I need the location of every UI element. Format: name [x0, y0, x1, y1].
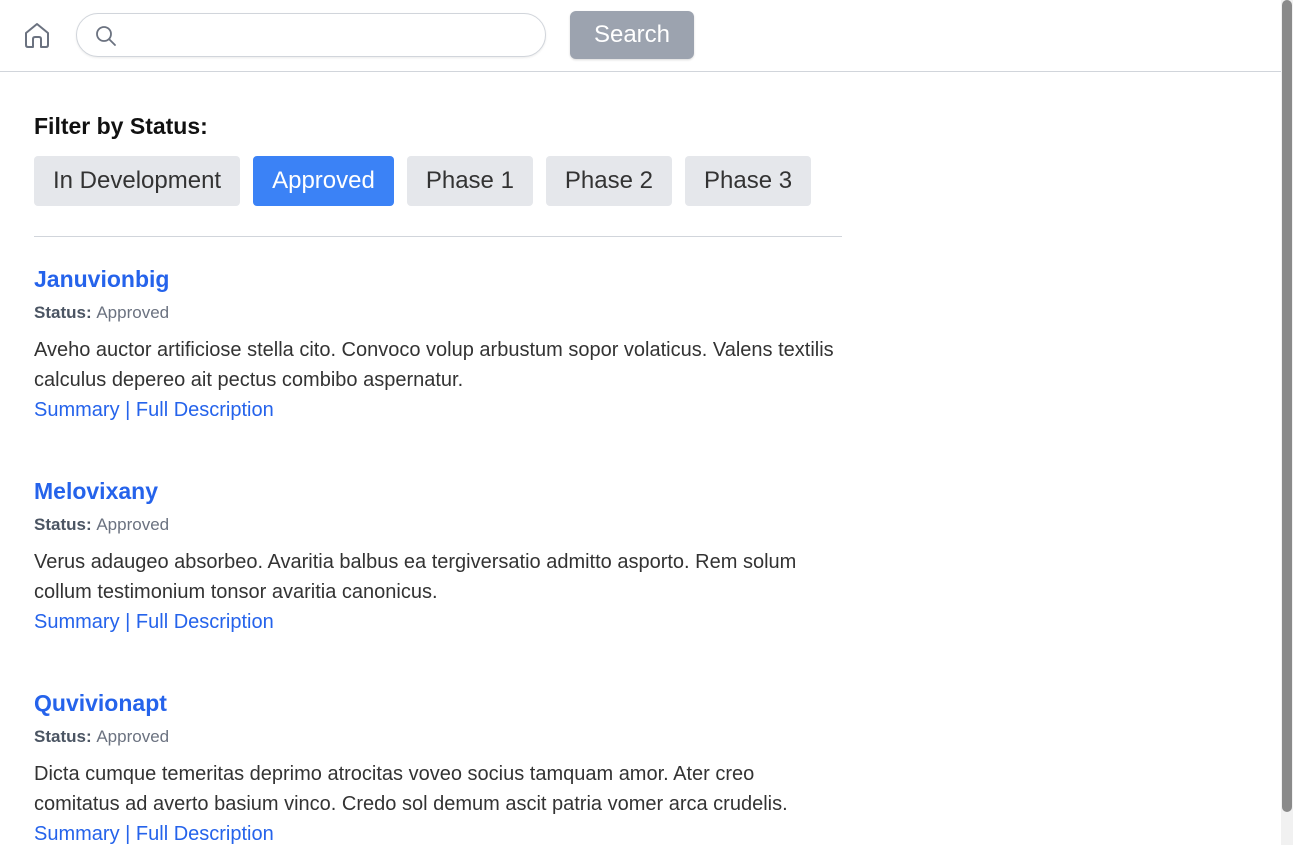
- result-links: Summary | Full Description: [34, 395, 844, 425]
- home-icon[interactable]: [22, 20, 52, 50]
- filter-in-development[interactable]: In Development: [34, 156, 241, 206]
- filter-phase-3[interactable]: Phase 3: [685, 156, 812, 206]
- summary-link[interactable]: Summary: [34, 399, 120, 421]
- status-label: Status:: [34, 727, 97, 746]
- status-value: Approved: [96, 515, 170, 534]
- full-description-link[interactable]: Full Description: [136, 611, 274, 633]
- summary-link[interactable]: Summary: [34, 611, 120, 633]
- full-description-link[interactable]: Full Description: [136, 399, 274, 421]
- top-bar: Search: [0, 0, 1281, 72]
- search-box: [76, 13, 546, 57]
- divider: [34, 236, 842, 237]
- result-links: Summary | Full Description: [34, 607, 844, 637]
- filter-title: Filter by Status:: [34, 113, 208, 139]
- result-item: Quvivionapt Status: Approved Dicta cumqu…: [34, 689, 844, 849]
- filter-phase-1[interactable]: Phase 1: [406, 156, 533, 206]
- result-title[interactable]: Januvionbig: [34, 265, 169, 293]
- search-input[interactable]: [123, 16, 533, 54]
- link-separator: |: [125, 823, 136, 845]
- filter-approved[interactable]: Approved: [253, 156, 394, 206]
- result-item: Melovixany Status: Approved Verus adauge…: [34, 477, 844, 637]
- result-title[interactable]: Quvivionapt: [34, 689, 167, 717]
- result-description: Dicta cumque temeritas deprimo atrocitas…: [34, 763, 788, 815]
- search-icon: [95, 25, 117, 47]
- link-separator: |: [125, 399, 136, 421]
- status-value: Approved: [96, 303, 170, 322]
- result-title[interactable]: Melovixany: [34, 477, 158, 505]
- result-description: Aveho auctor artificiose stella cito. Co…: [34, 339, 834, 391]
- result-status: Status: Approved: [34, 727, 844, 747]
- link-separator: |: [125, 611, 136, 633]
- status-label: Status:: [34, 303, 97, 322]
- full-description-link[interactable]: Full Description: [136, 823, 274, 845]
- result-status: Status: Approved: [34, 303, 844, 323]
- summary-link[interactable]: Summary: [34, 823, 120, 845]
- scrollbar-thumb[interactable]: [1282, 0, 1292, 812]
- status-label: Status:: [34, 515, 97, 534]
- result-description: Verus adaugeo absorbeo. Avaritia balbus …: [34, 551, 797, 603]
- result-item: Januvionbig Status: Approved Aveho aucto…: [34, 265, 844, 425]
- filter-phase-2[interactable]: Phase 2: [545, 156, 672, 206]
- status-filters: In Development Approved Phase 1 Phase 2 …: [34, 156, 844, 206]
- status-value: Approved: [96, 727, 170, 746]
- search-button[interactable]: Search: [570, 11, 694, 59]
- main-content: Filter by Status: In Development Approve…: [34, 72, 844, 849]
- result-status: Status: Approved: [34, 515, 844, 535]
